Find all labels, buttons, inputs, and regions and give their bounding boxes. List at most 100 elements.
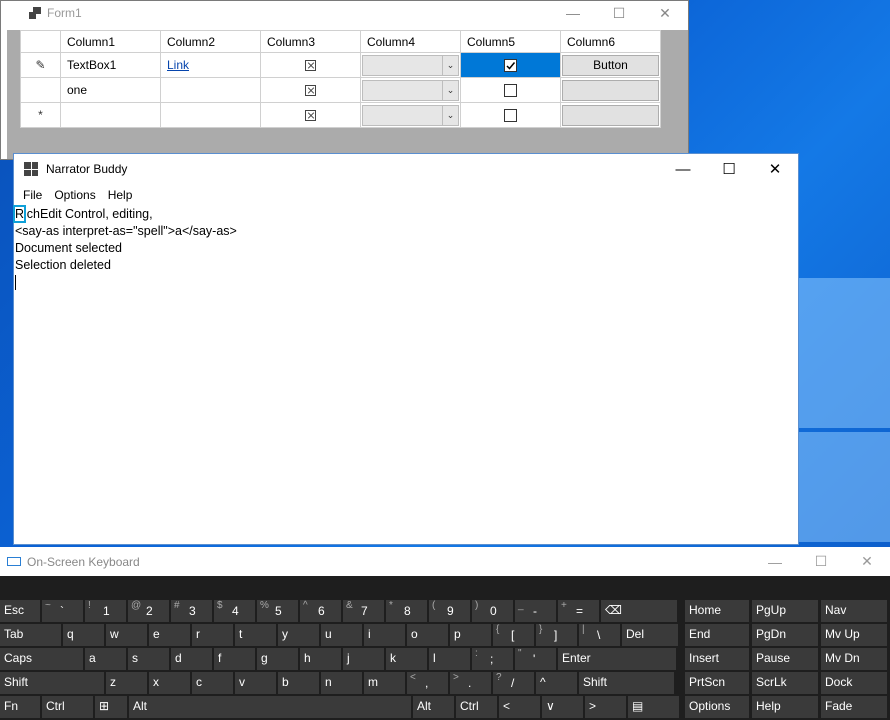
key-pause[interactable]: Pause xyxy=(752,648,818,670)
key-o[interactable]: o xyxy=(407,624,448,646)
key-backspace[interactable]: ⌫ xyxy=(601,600,677,622)
key-'[interactable]: " ' xyxy=(515,648,556,670)
combobox-cell[interactable]: ⌄ xyxy=(360,102,461,128)
key-fn[interactable]: Fn xyxy=(0,696,40,718)
grid-button[interactable] xyxy=(562,79,659,101)
key-,[interactable]: <, xyxy=(407,672,448,694)
minimize-button[interactable]: — xyxy=(752,553,798,570)
key-options[interactable]: Options xyxy=(685,696,749,718)
key-v[interactable]: v xyxy=(235,672,276,694)
key-/[interactable]: ? / xyxy=(493,672,534,694)
key-=[interactable]: + = xyxy=(558,600,599,622)
textbox-cell[interactable] xyxy=(60,102,161,128)
key-x[interactable]: x xyxy=(149,672,190,694)
checkbox-cell[interactable] xyxy=(460,102,561,128)
menu-file[interactable]: File xyxy=(17,188,48,202)
textbox-cell[interactable]: one xyxy=(60,77,161,103)
key-6[interactable]: ^ 6 xyxy=(300,600,341,622)
key-up-arrow[interactable]: ^ xyxy=(536,672,577,694)
close-button[interactable]: ✕ xyxy=(844,553,890,570)
menu-help[interactable]: Help xyxy=(102,188,139,202)
link-cell[interactable] xyxy=(160,102,261,128)
key-r[interactable]: r xyxy=(192,624,233,646)
column-header[interactable]: Column5 xyxy=(460,30,561,53)
key-insert[interactable]: Insert xyxy=(685,648,749,670)
link[interactable]: Link xyxy=(167,58,189,72)
minimize-button[interactable]: — xyxy=(550,1,596,25)
corner-header[interactable] xyxy=(20,30,61,53)
chevron-down-icon[interactable]: ⌄ xyxy=(442,80,458,100)
key-Shift[interactable]: Shift xyxy=(0,672,104,694)
key-dock[interactable]: Dock xyxy=(821,672,887,694)
key-g[interactable]: g xyxy=(257,648,298,670)
key-4[interactable]: $4 xyxy=(214,600,255,622)
key-j[interactable]: j xyxy=(343,648,384,670)
column-header[interactable]: Column3 xyxy=(260,30,361,53)
key-prtscn[interactable]: PrtScn xyxy=(685,672,749,694)
row-header[interactable] xyxy=(20,77,61,103)
key-8[interactable]: * 8 xyxy=(386,600,427,622)
minimize-button[interactable]: — xyxy=(660,154,706,184)
key-5[interactable]: % 5 xyxy=(257,600,298,622)
key-a[interactable]: a xyxy=(85,648,126,670)
key-Shift[interactable]: Shift xyxy=(579,672,674,694)
button-cell[interactable]: Button xyxy=(560,52,661,78)
key-7[interactable]: & 7 xyxy=(343,600,384,622)
key-y[interactable]: y xyxy=(278,624,319,646)
image-cell[interactable] xyxy=(260,77,361,103)
key-alt[interactable]: Alt xyxy=(129,696,411,718)
key-3[interactable]: #3 xyxy=(171,600,212,622)
key-backslash[interactable]: | \ xyxy=(579,624,620,646)
checkbox-cell[interactable] xyxy=(460,52,561,78)
key-mv-up[interactable]: Mv Up xyxy=(821,624,887,646)
key-ctrl[interactable]: Ctrl xyxy=(42,696,93,718)
checkbox-cell[interactable] xyxy=(460,77,561,103)
key-[[interactable]: {[ xyxy=(493,624,534,646)
key-l[interactable]: l xyxy=(429,648,470,670)
richedit-control[interactable]: RichEdit Control, editing, <say-as inter… xyxy=(12,205,798,292)
key-z[interactable]: z xyxy=(106,672,147,694)
grid-button[interactable] xyxy=(562,104,659,126)
key-windows[interactable]: ⊞ xyxy=(95,696,127,718)
key-down-arrow[interactable]: ∨ xyxy=(542,696,583,718)
column-header[interactable]: Column6 xyxy=(560,30,661,53)
checkbox-checked[interactable] xyxy=(504,59,517,73)
key-f[interactable]: f xyxy=(214,648,255,670)
combobox-cell[interactable]: ⌄ xyxy=(360,52,461,78)
key-mv-dn[interactable]: Mv Dn xyxy=(821,648,887,670)
key-s[interactable]: s xyxy=(128,648,169,670)
key-n[interactable]: n xyxy=(321,672,362,694)
key-t[interactable]: t xyxy=(235,624,276,646)
key-pgup[interactable]: PgUp xyxy=(752,600,818,622)
image-cell[interactable] xyxy=(260,102,361,128)
image-cell[interactable] xyxy=(260,52,361,78)
key-c[interactable]: c xyxy=(192,672,233,694)
row-header-edit-icon[interactable]: ✎ xyxy=(20,52,61,78)
maximize-button[interactable]: ☐ xyxy=(706,154,752,184)
column-header[interactable]: Column1 xyxy=(60,30,161,53)
menu-options[interactable]: Options xyxy=(48,188,101,202)
column-header[interactable]: Column2 xyxy=(160,30,261,53)
key-Del[interactable]: Del xyxy=(622,624,678,646)
key-w[interactable]: w xyxy=(106,624,147,646)
key-p[interactable]: p xyxy=(450,624,491,646)
link-cell[interactable]: Link xyxy=(160,52,261,78)
key-alt[interactable]: Alt xyxy=(413,696,454,718)
maximize-button[interactable]: ☐ xyxy=(798,553,844,570)
key-pgdn[interactable]: PgDn xyxy=(752,624,818,646)
button-cell[interactable] xyxy=(560,102,661,128)
key-k[interactable]: k xyxy=(386,648,427,670)
key-q[interactable]: q xyxy=(63,624,104,646)
key-;[interactable]: :; xyxy=(472,648,513,670)
key--[interactable]: _ - xyxy=(515,600,556,622)
key-u[interactable]: u xyxy=(321,624,362,646)
link-cell[interactable] xyxy=(160,77,261,103)
key-i[interactable]: i xyxy=(364,624,405,646)
chevron-down-icon[interactable]: ⌄ xyxy=(442,55,458,75)
button-cell[interactable] xyxy=(560,77,661,103)
close-button[interactable]: ✕ xyxy=(752,154,798,184)
key-right-arrow[interactable]: > xyxy=(585,696,626,718)
combobox-cell[interactable]: ⌄ xyxy=(360,77,461,103)
key-m[interactable]: m xyxy=(364,672,405,694)
osk-titlebar[interactable]: On-Screen Keyboard — ☐ ✕ xyxy=(0,547,890,576)
